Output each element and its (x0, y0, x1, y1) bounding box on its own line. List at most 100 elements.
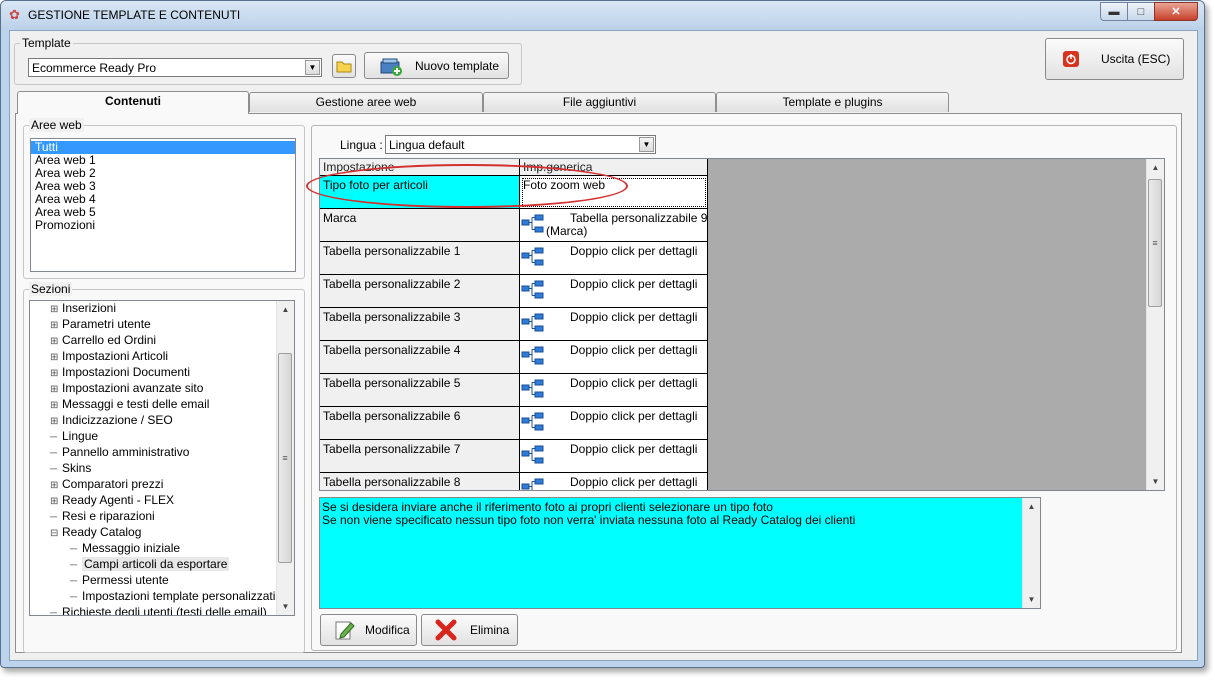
template-select-value: Ecommerce Ready Pro (32, 61, 157, 75)
tree-item-label: Impostazioni Documenti (62, 365, 191, 379)
tree-item-label: Resi e riparazioni (62, 509, 155, 523)
scroll-down-icon[interactable]: ▼ (277, 598, 294, 615)
tree-item-label: Ready Catalog (62, 525, 142, 539)
tree-item[interactable]: ⊞ Inserizioni (50, 301, 116, 316)
tab-contenuti[interactable]: Contenuti (17, 91, 249, 114)
grid-header-impostazione[interactable]: Impostazione (320, 159, 520, 176)
lingua-select[interactable]: Lingua default ▼ (385, 135, 656, 154)
grid-cell-value[interactable]: Doppio click per dettagli (520, 275, 708, 308)
tree-item[interactable]: ⊞ Indicizzazione / SEO (50, 412, 173, 428)
template-group: Template Ecommerce Ready Pro ▼ Nuovo tem… (14, 36, 522, 85)
elimina-button[interactable]: Elimina (421, 614, 518, 646)
tree-item[interactable]: ⊞ Impostazioni avanzate sito (50, 380, 203, 396)
tree-connector-icon: ─ (50, 608, 58, 616)
tree-item[interactable]: ─ Messaggio iniziale (70, 540, 180, 556)
grid-cell-value-text-2: (Marca) (546, 224, 588, 238)
tree-item[interactable]: ⊞ Messaggi e testi delle email (50, 396, 209, 412)
grid-cell-value[interactable]: Doppio click per dettagli (520, 473, 708, 490)
tree-structure-icon (521, 280, 544, 299)
grid-cell-impostazione[interactable]: Tabella personalizzabile 3 (320, 308, 520, 341)
open-folder-button[interactable] (332, 54, 356, 78)
tab-file-aggiuntivi[interactable]: File aggiuntivi (483, 92, 716, 112)
tree-item[interactable]: ─ Skins (50, 460, 91, 476)
aree-web-list[interactable]: Tutti Area web 1 Area web 2 Area web 3 Area … (30, 138, 296, 272)
tree-item[interactable]: ⊞ Impostazioni Documenti (50, 364, 190, 380)
grid-cell-value-text: Doppio click per dettagli (570, 409, 698, 423)
grid-cell-value[interactable]: Doppio click per dettagli (520, 440, 708, 473)
grid-scrollbar[interactable]: ▲ ≡ ▼ (1146, 159, 1164, 490)
grid-cell-value[interactable]: Tabella personalizzabile 9 (Marca) (520, 209, 708, 242)
grid-cell-value-text: Doppio click per dettagli (570, 475, 698, 489)
grid-cell-value[interactable]: Doppio click per dettagli (520, 374, 708, 407)
grid-header-imp-generica[interactable]: Imp.generica (520, 159, 708, 176)
exit-button[interactable]: Uscita (ESC) (1045, 38, 1184, 80)
tab-gestione-aree-web[interactable]: Gestione aree web (249, 92, 483, 112)
chevron-down-icon[interactable]: ▼ (639, 137, 654, 152)
scroll-up-icon[interactable]: ▲ (277, 301, 294, 318)
scroll-up-icon[interactable]: ▲ (1147, 159, 1164, 176)
tree-item[interactable]: ─ Lingue (50, 428, 98, 444)
sezioni-tree[interactable]: ⊞ Inserizioni ⊞ Parametri utente ⊞ Carrello e… (29, 300, 295, 616)
grid-cell-impostazione[interactable]: Tabella personalizzabile 2 (320, 275, 520, 308)
tree-item[interactable]: ─ Pannello amministrativo (50, 444, 189, 460)
grid-cell-value[interactable]: Doppio click per dettagli (520, 242, 708, 275)
grid-cell-impostazione[interactable]: Tabella personalizzabile 5 (320, 374, 520, 407)
tree-item[interactable]: ─ Impostazioni template personalizzati (70, 588, 275, 604)
tree-item[interactable]: ⊞ Comparatori prezzi (50, 476, 163, 492)
minimize-button[interactable]: ▬ (1100, 2, 1128, 21)
grid-cell-value[interactable]: Doppio click per dettagli (520, 341, 708, 374)
scroll-thumb[interactable]: ≡ (278, 353, 292, 563)
elimina-label: Elimina (470, 623, 510, 637)
tree-structure-icon (521, 445, 544, 464)
scroll-up-icon[interactable]: ▲ (1023, 498, 1040, 515)
title-bar[interactable]: ✿ GESTIONE TEMPLATE E CONTENUTI ▬ □ ✕ (1, 1, 1204, 29)
tree-item[interactable]: ─ Permessi utente (70, 572, 169, 588)
settings-grid[interactable]: Impostazione Imp.generica Tipo foto per … (319, 158, 1165, 491)
tree-item[interactable]: ⊟ Ready Catalog (50, 524, 141, 540)
folder-icon (336, 61, 352, 73)
chevron-down-icon[interactable]: ▼ (305, 60, 320, 75)
grid-cell-impostazione[interactable]: Tabella personalizzabile 1 (320, 242, 520, 275)
window-title: GESTIONE TEMPLATE E CONTENUTI (28, 8, 241, 22)
tree-item[interactable]: ─ Richieste degli utenti (testi delle ema… (50, 604, 267, 616)
maximize-button[interactable]: □ (1127, 2, 1155, 21)
template-legend: Template (20, 36, 73, 50)
modifica-button[interactable]: Modifica (320, 614, 417, 646)
grid-cell-impostazione[interactable]: Tabella personalizzabile 8 (320, 473, 520, 490)
grid-cell-value-text: Doppio click per dettagli (570, 244, 698, 258)
description-line-2: Se non viene specificato nessun tipo fot… (322, 513, 856, 527)
grid-cell-value[interactable]: Doppio click per dettagli (520, 308, 708, 341)
grid-cell-impostazione[interactable]: Tabella personalizzabile 4 (320, 341, 520, 374)
grid-cell-impostazione[interactable]: Tipo foto per articoli (320, 176, 520, 209)
grid-cell-value[interactable]: Foto zoom web (520, 176, 708, 209)
new-template-button[interactable]: Nuovo template (364, 52, 509, 79)
collapse-icon[interactable]: ⊟ (50, 526, 59, 542)
tree-item[interactable]: ⊞ Parametri utente (50, 316, 151, 332)
sezioni-scrollbar[interactable]: ▲ ≡ ▼ (276, 301, 294, 615)
scroll-thumb[interactable]: ≡ (1148, 179, 1162, 307)
modifica-label: Modifica (365, 623, 410, 637)
grid-cell-value-text: Doppio click per dettagli (570, 277, 698, 291)
aree-web-item[interactable]: Promozioni (31, 219, 295, 232)
tree-structure-icon (521, 346, 544, 365)
tree-structure-icon (521, 247, 544, 266)
description-box[interactable]: Se si desidera inviare anche il riferime… (319, 497, 1041, 609)
tree-item[interactable]: ─ Resi e riparazioni (50, 508, 155, 524)
scroll-down-icon[interactable]: ▼ (1147, 473, 1164, 490)
tab-template-e-plugins[interactable]: Template e plugins (716, 92, 949, 112)
grid-cell-impostazione[interactable]: Tabella personalizzabile 7 (320, 440, 520, 473)
new-template-icon (380, 58, 402, 76)
tree-item[interactable]: ⊞ Ready Agenti - FLEX (50, 492, 174, 508)
grid-cell-value[interactable]: Doppio click per dettagli (520, 407, 708, 440)
description-scrollbar[interactable]: ▲ ▼ (1022, 498, 1040, 608)
tree-structure-icon (521, 313, 544, 332)
scroll-down-icon[interactable]: ▼ (1023, 591, 1040, 608)
template-select[interactable]: Ecommerce Ready Pro ▼ (28, 58, 322, 77)
grid-cell-impostazione[interactable]: Marca (320, 209, 520, 242)
tree-item[interactable]: ─ Campi articoli da esportare (70, 556, 230, 572)
tree-item[interactable]: ⊞ Impostazioni Articoli (50, 348, 168, 364)
tree-item[interactable]: ⊞ Carrello ed Ordini (50, 332, 156, 348)
close-button[interactable]: ✕ (1154, 2, 1198, 21)
grid-cell-impostazione[interactable]: Tabella personalizzabile 6 (320, 407, 520, 440)
tab-panel-contenuti: Aree web Tutti Area web 1 Area web 2 Area w… (15, 113, 1182, 653)
